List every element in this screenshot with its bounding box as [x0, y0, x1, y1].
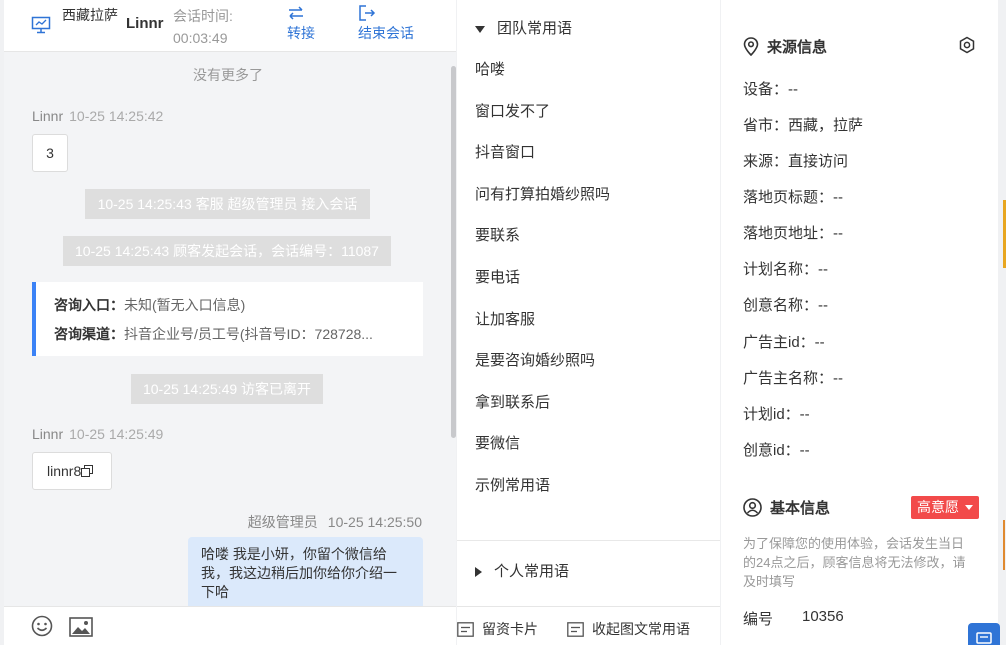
intent-badge-label: 高意愿	[917, 499, 959, 515]
resize-handle[interactable]	[998, 520, 1005, 570]
sender-name: 超级管理员	[247, 514, 318, 530]
phrase-item[interactable]: 问有打算拍婚纱照吗	[475, 183, 610, 225]
message-meta: Linnr 10-25 14:25:49	[32, 426, 163, 442]
visitor-message: linnr8	[32, 452, 112, 490]
system-message: 10-25 14:25:43 顾客发起会话，会话编号：11087	[63, 236, 391, 266]
source-field-landing-title: 落地页标题：--	[743, 189, 843, 206]
transfer-icon	[289, 6, 303, 20]
system-message: 10-25 14:25:43 客服 超级管理员 接入会话	[85, 189, 370, 219]
message-icon	[567, 622, 584, 637]
sender-name: Linnr	[32, 108, 64, 124]
source-field-plan-id: 计划id：--	[743, 406, 810, 423]
consult-channel-label: 咨询渠道：	[54, 326, 124, 342]
source-field-device: 设备：--	[743, 81, 798, 98]
location-pin-icon	[743, 37, 759, 56]
consult-entry-row: 咨询入口：未知(暂无入口信息)	[54, 291, 423, 320]
float-chat-button[interactable]	[968, 623, 1000, 645]
basic-info-title: 基本信息	[743, 497, 830, 518]
collapse-phrases-label: 收起图文常用语	[592, 621, 690, 637]
message-time: 10-25 14:25:42	[69, 108, 164, 124]
phrase-list: 哈喽 窗口发不了 抖音窗口 问有打算拍婚纱照吗 要联系 要电话 让加客服 是要咨…	[475, 58, 610, 516]
phrase-item[interactable]: 示例常用语	[475, 474, 610, 516]
source-field-plan-name: 计划名称：--	[743, 261, 828, 278]
phrase-item[interactable]: 拿到联系后	[475, 391, 610, 433]
basic-info-label: 基本信息	[770, 500, 831, 517]
end-session-label: 结束会话	[358, 25, 414, 41]
chat-toolbar	[4, 606, 456, 645]
visitor-message: 3	[32, 134, 68, 172]
phrase-item[interactable]: 窗口发不了	[475, 100, 610, 142]
source-info-title: 来源信息	[743, 36, 827, 57]
personal-phrases-label: 个人常用语	[494, 563, 570, 580]
message-list[interactable]: 没有更多了 Linnr 10-25 14:25:42 3 10-25 14:25:…	[4, 52, 456, 606]
chat-header: 西藏拉萨 Linnr 会话时间: 00:03:49 转接 结束会话	[4, 0, 456, 52]
consult-entry-label: 咨询入口：	[54, 297, 124, 313]
number-label: 编号	[743, 611, 774, 628]
visitor-location: 西藏拉萨	[62, 7, 118, 23]
phrase-item[interactable]: 让加客服	[475, 308, 610, 350]
source-field-creative-name: 创意名称：--	[743, 297, 828, 314]
end-session-button[interactable]: 结束会话	[358, 4, 414, 44]
message-time: 10-25 14:25:49	[69, 426, 164, 442]
source-info-label: 来源信息	[767, 39, 828, 56]
phrase-item[interactable]: 要联系	[475, 224, 610, 266]
caret-down-icon	[475, 25, 485, 33]
system-message: 10-25 14:25:49 访客已离开	[131, 374, 323, 404]
visitor-name: Linnr	[126, 15, 164, 32]
session-time-label: 会话时间:	[173, 8, 233, 24]
phrase-item[interactable]: 抖音窗口	[475, 141, 610, 183]
source-field-landing-url: 落地页地址：--	[743, 225, 843, 242]
edit-notice: 为了保障您的使用体验，会话发生当日的24点之后，顾客信息将无法修改，请及时填写	[743, 536, 966, 589]
personal-phrases-toggle[interactable]: 个人常用语	[475, 560, 569, 581]
message-meta: 超级管理员 10-25 14:25:50	[248, 512, 422, 532]
divider	[457, 540, 720, 541]
transfer-button[interactable]: 转接	[287, 4, 315, 44]
transfer-label: 转接	[287, 25, 315, 41]
source-field-province: 省市：西藏，拉萨	[743, 117, 864, 134]
consult-entry-value: 未知(暂无入口信息)	[124, 297, 246, 313]
consult-channel-row: 咨询渠道：抖音企业号/员工号(抖音号ID：728728...	[54, 320, 423, 349]
phrase-item[interactable]: 哈喽	[475, 58, 610, 100]
collapse-phrases-button[interactable]: 收起图文常用语	[567, 619, 690, 639]
agent-message: 哈喽 我是小妍，你留个微信给我，我这边稍后加你给你介绍一下哈	[188, 537, 423, 606]
message-time: 10-25 14:25:50	[327, 514, 422, 530]
emoji-icon[interactable]	[31, 615, 53, 637]
phrase-item[interactable]: 要电话	[475, 266, 610, 308]
phrase-item[interactable]: 要微信	[475, 432, 610, 474]
monitor-icon	[31, 16, 51, 34]
source-field-advertiser-id: 广告主id：--	[743, 334, 825, 351]
message-meta: Linnr 10-25 14:25:42	[32, 108, 163, 124]
chat-panel: 西藏拉萨 Linnr 会话时间: 00:03:49 转接 结束会话 没有更多了 …	[4, 0, 456, 645]
session-time-value: 00:03:49	[173, 30, 228, 46]
source-field-origin: 来源：直接访问	[743, 153, 849, 170]
consult-channel-value: 抖音企业号/员工号(抖音号ID：728728...	[124, 326, 373, 342]
phrase-item[interactable]: 是要咨询婚纱照吗	[475, 349, 610, 391]
phrases-panel: 团队常用语 哈喽 窗口发不了 抖音窗口 问有打算拍婚纱照吗 要联系 要电话 让加…	[457, 0, 720, 645]
phrases-footer: 留资卡片 收起图文常用语	[457, 606, 720, 645]
hide-icon[interactable]	[958, 36, 976, 54]
chat-scrollbar[interactable]	[451, 66, 456, 438]
team-phrases-toggle[interactable]: 团队常用语	[475, 17, 572, 38]
message-text: linnr8	[47, 463, 82, 479]
customer-info-panel: 来源信息 设备：-- 省市：西藏，拉萨 来源：直接访问 落地页标题：-- 落地页…	[721, 0, 998, 645]
source-field-creative-id: 创意id：--	[743, 442, 810, 459]
card-icon	[457, 622, 474, 637]
no-more-text: 没有更多了	[193, 67, 263, 83]
consult-info-card: 咨询入口：未知(暂无入口信息) 咨询渠道：抖音企业号/员工号(抖音号ID：728…	[32, 282, 423, 356]
copy-icon[interactable]	[81, 465, 94, 477]
intent-select[interactable]: 高意愿	[911, 496, 979, 519]
sender-name: Linnr	[32, 426, 64, 442]
exit-icon	[359, 5, 376, 21]
caret-right-icon	[475, 567, 482, 578]
source-field-advertiser-name: 广告主名称：--	[743, 370, 843, 387]
image-icon[interactable]	[69, 617, 93, 637]
user-icon	[743, 498, 762, 517]
lead-card-label: 留资卡片	[482, 621, 538, 637]
team-phrases-label: 团队常用语	[497, 20, 573, 37]
caret-down-icon	[964, 505, 973, 510]
chat-bubble-icon	[976, 632, 992, 644]
number-value: 10356	[802, 608, 844, 625]
lead-card-button[interactable]: 留资卡片	[457, 619, 538, 639]
